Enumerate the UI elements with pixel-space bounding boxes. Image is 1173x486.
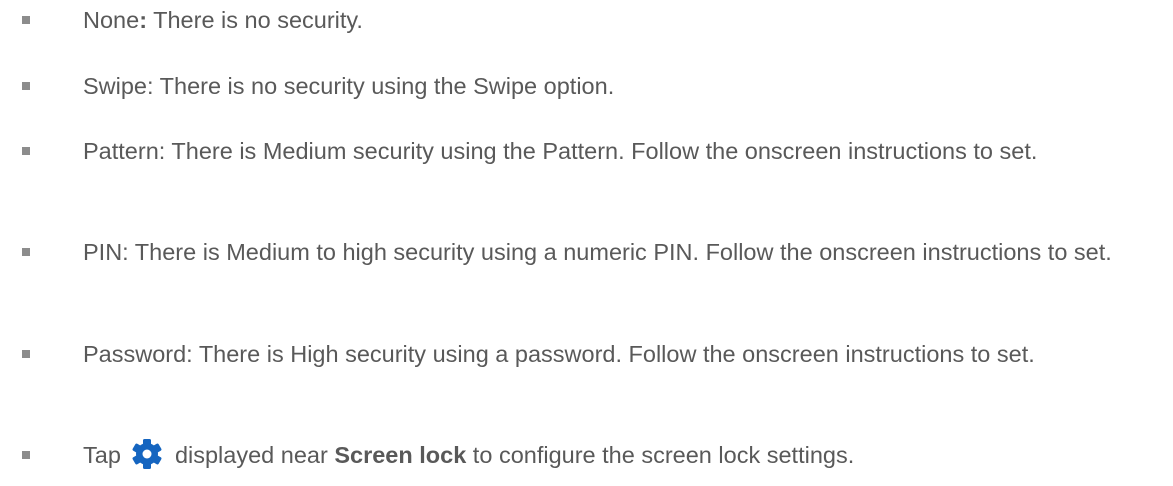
list-item-pattern: Pattern: There is Medium security using … — [22, 134, 1163, 168]
bullet-marker — [22, 350, 30, 358]
option-text-pattern: Pattern: There is Medium security using … — [83, 138, 1038, 164]
screen-lock-label: Screen lock — [334, 442, 467, 468]
gear-icon — [129, 439, 165, 469]
bullet-marker — [22, 248, 30, 256]
bullet-marker — [22, 147, 30, 155]
list-item-password: Password: There is High security using a… — [22, 337, 1163, 371]
option-text-swipe: Swipe: There is no security using the Sw… — [83, 73, 615, 99]
list-item-pin: PIN: There is Medium to high security us… — [22, 235, 1163, 269]
tap-instruction-middle: displayed near — [168, 442, 335, 468]
option-text-pin: PIN: There is Medium to high security us… — [83, 239, 1112, 265]
option-colon: : — [139, 7, 148, 33]
option-label-none: None — [83, 7, 140, 33]
option-description-none: There is no security. — [147, 7, 363, 33]
bullet-marker — [22, 451, 30, 459]
bullet-marker — [22, 16, 30, 24]
list-item-tap-gear: Tap displayed near Screen lock to config… — [22, 438, 1163, 472]
list-item-none: None: There is no security. — [22, 3, 1163, 37]
tap-instruction-end: to configure the screen lock settings. — [466, 442, 855, 468]
list-item-swipe: Swipe: There is no security using the Sw… — [22, 69, 1163, 103]
tap-instruction-start: Tap — [83, 442, 128, 468]
bullet-marker — [22, 82, 30, 90]
option-text-password: Password: There is High security using a… — [83, 341, 1035, 367]
